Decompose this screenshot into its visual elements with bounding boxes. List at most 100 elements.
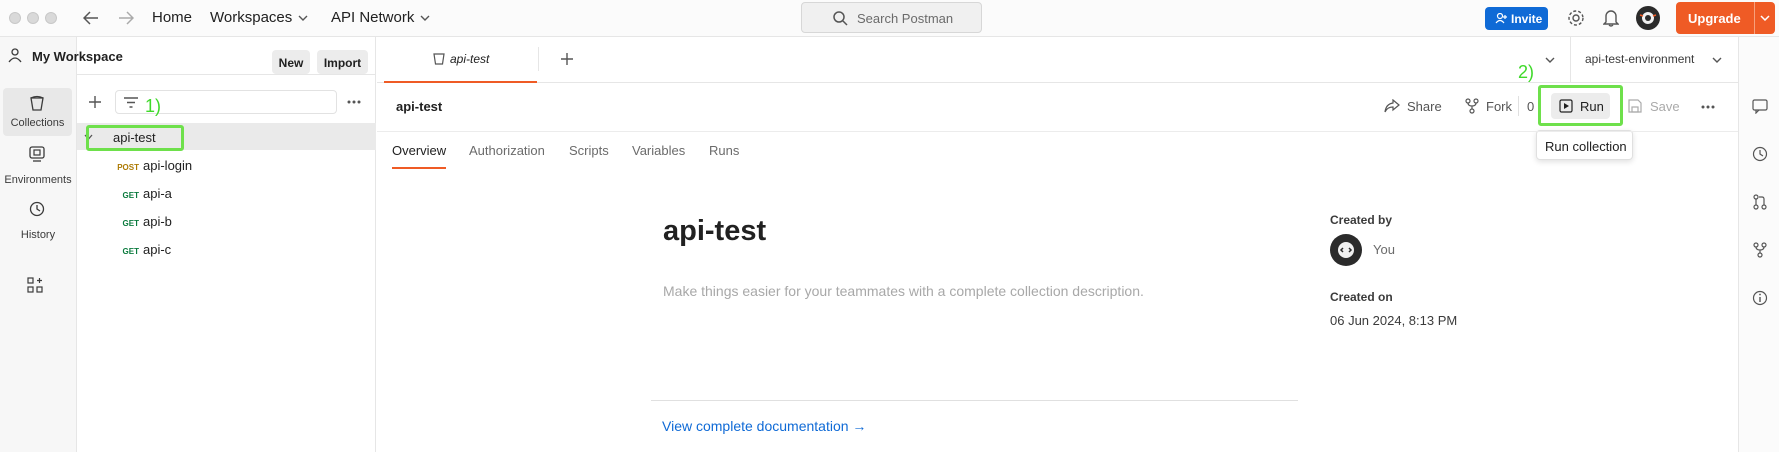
fork-icon[interactable]: [1752, 242, 1768, 258]
environment-label: api-test-environment: [1585, 52, 1695, 66]
fork-count[interactable]: 0: [1527, 99, 1534, 114]
invite-label: Invite: [1511, 12, 1543, 26]
new-label: New: [278, 56, 304, 70]
method-badge: GET: [122, 247, 139, 256]
view-documentation-link[interactable]: View complete documentation →: [662, 418, 866, 434]
chevron-down-icon: [298, 15, 308, 22]
divider: [377, 131, 1738, 132]
comments-icon[interactable]: [1752, 99, 1768, 114]
user-icon: [8, 48, 22, 63]
gear-icon[interactable]: [1567, 9, 1585, 27]
method-badge: GET: [122, 219, 139, 228]
method-badge: POST: [117, 163, 139, 172]
rail-item-environments[interactable]: Environments: [0, 137, 76, 186]
left-rail: Collections Environments History: [0, 37, 77, 452]
fork-label: Fork: [1486, 99, 1512, 114]
window-maximize-button[interactable]: [45, 12, 57, 24]
rail-item-history[interactable]: History: [0, 192, 76, 241]
tab-authorization[interactable]: Authorization: [469, 143, 545, 158]
annotation-step-1: 1): [145, 96, 162, 116]
chevron-down-icon[interactable]: [1545, 57, 1555, 63]
divider: [1518, 96, 1519, 116]
plus-icon[interactable]: [89, 96, 101, 108]
chevron-down-icon[interactable]: [1760, 15, 1770, 21]
request-name: api-a: [143, 186, 172, 201]
divider: [651, 400, 1298, 401]
search-placeholder: Search Postman: [857, 11, 954, 26]
rail-item-collections[interactable]: Collections: [3, 88, 72, 136]
upgrade-divider: [1754, 2, 1755, 34]
search-icon: [833, 11, 848, 26]
request-item[interactable]: POST api-login: [111, 158, 192, 173]
request-name: api-login: [143, 158, 193, 173]
add-widget-icon[interactable]: [27, 277, 43, 293]
history-icon: [29, 201, 45, 217]
back-arrow-icon[interactable]: [83, 11, 99, 25]
created-by-label: Created by: [1330, 213, 1393, 227]
divider: [1570, 37, 1571, 83]
save-icon: [1628, 99, 1642, 113]
workspaces-menu[interactable]: Workspaces: [210, 9, 308, 26]
more-options-icon[interactable]: [1701, 105, 1715, 109]
request-item[interactable]: GET api-b: [111, 214, 172, 229]
annotation-step-2: 2): [1518, 62, 1535, 82]
tab-api-test[interactable]: api-test: [384, 37, 537, 83]
top-bar: Home Workspaces API Network Search Postm…: [0, 0, 1779, 37]
collection-icon: [433, 52, 445, 65]
tab-label: Overview: [392, 143, 447, 158]
tab-overview[interactable]: Overview: [392, 143, 447, 169]
rail-item-label: Collections: [10, 117, 65, 129]
divider: [538, 47, 539, 71]
invite-button[interactable]: Invite: [1485, 7, 1548, 30]
upgrade-button[interactable]: Upgrade: [1676, 2, 1775, 34]
bell-icon[interactable]: [1603, 9, 1619, 27]
api-network-menu[interactable]: API Network: [331, 9, 430, 26]
tooltip-text: Run collection: [1545, 139, 1627, 154]
avatar: [1330, 234, 1362, 266]
info-icon[interactable]: [1752, 290, 1768, 306]
tab-variables[interactable]: Variables: [632, 143, 685, 158]
import-label: Import: [323, 56, 362, 70]
request-name: api-b: [143, 214, 172, 229]
api-network-label: API Network: [331, 9, 415, 26]
workspaces-label: Workspaces: [210, 9, 293, 26]
request-name: api-c: [143, 242, 172, 257]
tab-label: api-test: [450, 52, 490, 66]
workspace-name[interactable]: My Workspace: [32, 49, 123, 64]
created-on-value: 06 Jun 2024, 8:13 PM: [1330, 313, 1458, 328]
created-by-value: You: [1373, 242, 1395, 257]
more-options-icon[interactable]: [347, 100, 361, 104]
window-minimize-button[interactable]: [27, 12, 39, 24]
pull-request-icon[interactable]: [1752, 194, 1768, 210]
chevron-down-icon: [420, 15, 430, 22]
import-button[interactable]: Import: [317, 50, 368, 74]
tab-runs[interactable]: Runs: [709, 143, 739, 158]
collections-icon: [29, 95, 45, 111]
share-label: Share: [1407, 99, 1442, 114]
avatar[interactable]: [1636, 6, 1660, 30]
window-close-button[interactable]: [9, 12, 21, 24]
changelog-icon[interactable]: [1752, 146, 1768, 162]
environment-selector[interactable]: api-test-environment: [1585, 49, 1725, 71]
new-button[interactable]: New: [272, 50, 310, 74]
chevron-down-icon: [1712, 57, 1722, 63]
new-tab-plus-icon[interactable]: [561, 53, 573, 65]
rail-item-label: History: [20, 229, 56, 241]
overview-title[interactable]: api-test: [663, 215, 766, 248]
created-on-label: Created on: [1330, 290, 1393, 304]
add-user-icon: [1495, 13, 1507, 24]
search-bar[interactable]: Search Postman: [801, 2, 982, 33]
right-rail: [1738, 37, 1779, 452]
request-item[interactable]: GET api-c: [111, 242, 172, 257]
save-label: Save: [1650, 99, 1680, 114]
tab-scripts[interactable]: Scripts: [569, 143, 609, 158]
rail-item-label: Environments: [4, 174, 72, 186]
description-placeholder[interactable]: Make things easier for your teammates wi…: [663, 283, 1144, 299]
forward-arrow-icon[interactable]: [118, 11, 134, 25]
highlight-box: [86, 125, 184, 151]
home-link[interactable]: Home: [152, 9, 192, 26]
upgrade-label: Upgrade: [1688, 11, 1741, 26]
run-tooltip: Run collection: [1536, 130, 1633, 160]
request-item[interactable]: GET api-a: [111, 186, 172, 201]
divider: [77, 74, 376, 75]
